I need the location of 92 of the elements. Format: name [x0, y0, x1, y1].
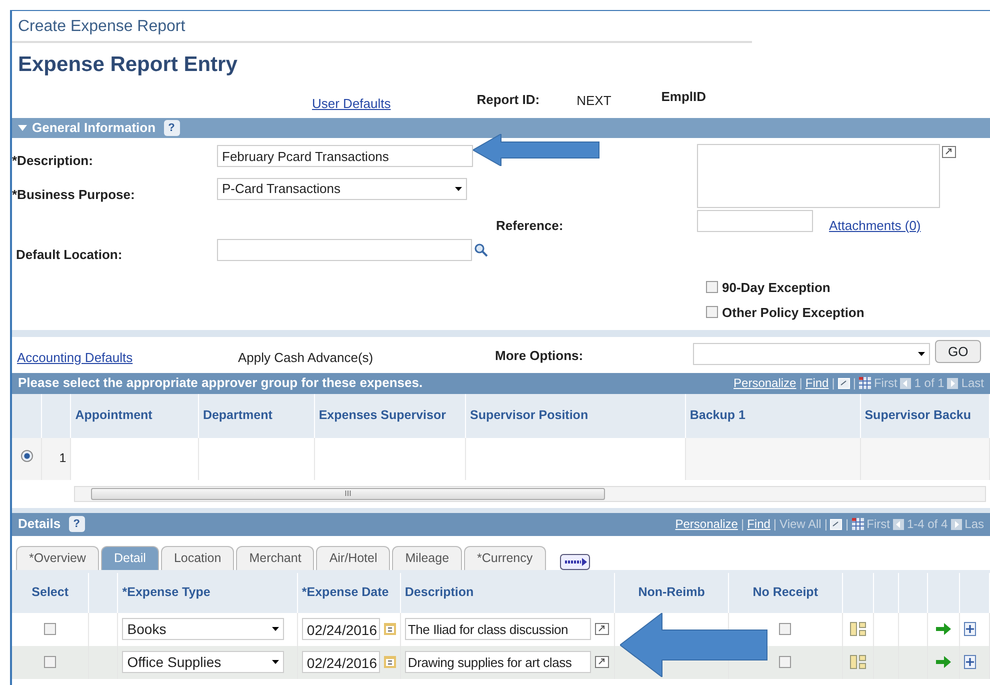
- expand-field-icon[interactable]: [594, 623, 609, 635]
- reference-field[interactable]: [697, 210, 813, 232]
- help-icon[interactable]: ?: [164, 120, 180, 136]
- right-arrow-icon[interactable]: [936, 656, 951, 668]
- dropdown-caret-icon: [918, 352, 925, 356]
- grid-title: Please select the appropriate approver group for these expenses.: [18, 374, 423, 392]
- grip-text: III: [344, 490, 352, 498]
- record-count-text: 1 of 1: [914, 375, 944, 392]
- column-header: Non-Reimb: [614, 572, 729, 612]
- scrollbar-thumb[interactable]: III: [91, 488, 605, 500]
- checkbox-label: Other Policy Exception: [722, 304, 864, 322]
- attachments-link[interactable]: Attachments (0): [829, 216, 921, 235]
- column-header: *Expense Type: [118, 572, 298, 612]
- separator-text: |: [773, 516, 777, 533]
- description-field[interactable]: February Pcard Transactions: [217, 144, 473, 166]
- expand-field-icon[interactable]: [594, 656, 609, 668]
- breadcrumb-title: Create Expense Report: [12, 11, 752, 43]
- column-header: Expenses Supervisor: [314, 394, 466, 438]
- add-row-icon[interactable]: [964, 622, 976, 636]
- section-title: General Information: [32, 118, 156, 137]
- emplid-label: EmplID: [661, 88, 706, 106]
- spreadsheet-icon[interactable]: [858, 377, 871, 389]
- separator-text: |: [740, 516, 744, 533]
- calendar-icon[interactable]: [384, 656, 396, 668]
- separator-text: |: [832, 375, 835, 392]
- section-title: Details: [18, 515, 61, 534]
- field-label: Default Location:: [16, 246, 122, 264]
- go-button[interactable]: GO: [935, 340, 982, 363]
- expense-type-dropdown[interactable]: Office Supplies: [122, 651, 284, 673]
- page-title: Expense Report Entry: [17, 52, 238, 78]
- zoom-grid-icon[interactable]: [838, 378, 850, 388]
- checkbox[interactable]: [779, 656, 792, 668]
- field-label: *Business Purpose:: [12, 186, 135, 204]
- separator-text: |: [799, 375, 802, 392]
- date-field[interactable]: 02/24/2016: [302, 618, 380, 640]
- show-all-columns-icon[interactable]: [560, 554, 590, 570]
- column-header: Appointment: [70, 394, 198, 438]
- report-id-label: Report ID:: [476, 90, 540, 109]
- help-icon[interactable]: ?: [68, 516, 85, 532]
- collapse-caret-icon[interactable]: [18, 124, 27, 130]
- dropdown-caret-icon: [272, 627, 280, 631]
- tab[interactable]: Merchant: [236, 546, 314, 570]
- zoom-grid-icon[interactable]: [830, 518, 842, 530]
- report-id-value: NEXT: [576, 92, 612, 110]
- tab[interactable]: *Overview: [16, 546, 99, 570]
- column-header: Backup 1: [685, 394, 860, 438]
- separator-text: |: [852, 375, 856, 392]
- expand-field-icon[interactable]: [942, 146, 956, 158]
- calendar-icon[interactable]: [384, 623, 396, 635]
- column-header: Supervisor Position: [466, 394, 686, 438]
- tab[interactable]: Mileage: [392, 546, 462, 570]
- split-icon[interactable]: [850, 622, 866, 636]
- default-location-field[interactable]: [217, 238, 472, 260]
- dropdown-caret-icon: [272, 660, 280, 664]
- add-row-icon[interactable]: [964, 655, 976, 670]
- description-field[interactable]: The Iliad for class discussion: [404, 618, 591, 640]
- checkbox-label: 90-Day Exception: [722, 278, 830, 297]
- column-header: Department: [198, 394, 314, 438]
- tab[interactable]: Location: [160, 546, 234, 570]
- column-header: Description: [400, 572, 614, 612]
- tab[interactable]: *Currency: [464, 546, 546, 570]
- radio-button[interactable]: [20, 450, 32, 462]
- accounting-defaults-link[interactable]: Accounting Defaults: [17, 348, 133, 367]
- column-header: Select: [12, 572, 89, 612]
- search-icon[interactable]: [474, 242, 488, 256]
- apply-cash-advance-text: Apply Cash Advance(s): [238, 348, 374, 367]
- separator-text: |: [824, 516, 828, 533]
- date-field[interactable]: 02/24/2016: [302, 651, 380, 673]
- user-defaults-link[interactable]: User Defaults: [312, 94, 391, 114]
- field-label: More Options:: [495, 346, 584, 365]
- row-number: 1: [59, 451, 66, 466]
- checkbox[interactable]: [706, 281, 718, 294]
- description-field[interactable]: Drawing supplies for art class: [404, 651, 591, 673]
- expense-type-dropdown[interactable]: Books: [122, 618, 284, 640]
- field-label: *Description:: [12, 152, 93, 170]
- column-header: *Expense Date: [297, 572, 400, 612]
- column-header: No Receipt: [728, 572, 842, 612]
- checkbox[interactable]: [44, 623, 56, 636]
- checkbox[interactable]: [44, 656, 56, 668]
- field-label: Reference:: [496, 216, 564, 234]
- checkbox[interactable]: [706, 306, 718, 318]
- business-purpose-dropdown[interactable]: P-Card Transactions: [217, 178, 467, 200]
- checkbox[interactable]: [779, 623, 792, 636]
- dropdown-caret-icon: [455, 186, 462, 190]
- horizontal-scrollbar[interactable]: III: [74, 486, 986, 502]
- split-icon[interactable]: [850, 655, 866, 670]
- record-count-text: 1-4 of 4: [906, 516, 948, 533]
- separator-text: |: [845, 516, 849, 533]
- tab[interactable]: Air/Hotel: [316, 546, 390, 570]
- right-arrow-icon[interactable]: [936, 623, 951, 636]
- column-header: Supervisor Backu: [860, 394, 990, 438]
- spreadsheet-icon[interactable]: [852, 518, 864, 530]
